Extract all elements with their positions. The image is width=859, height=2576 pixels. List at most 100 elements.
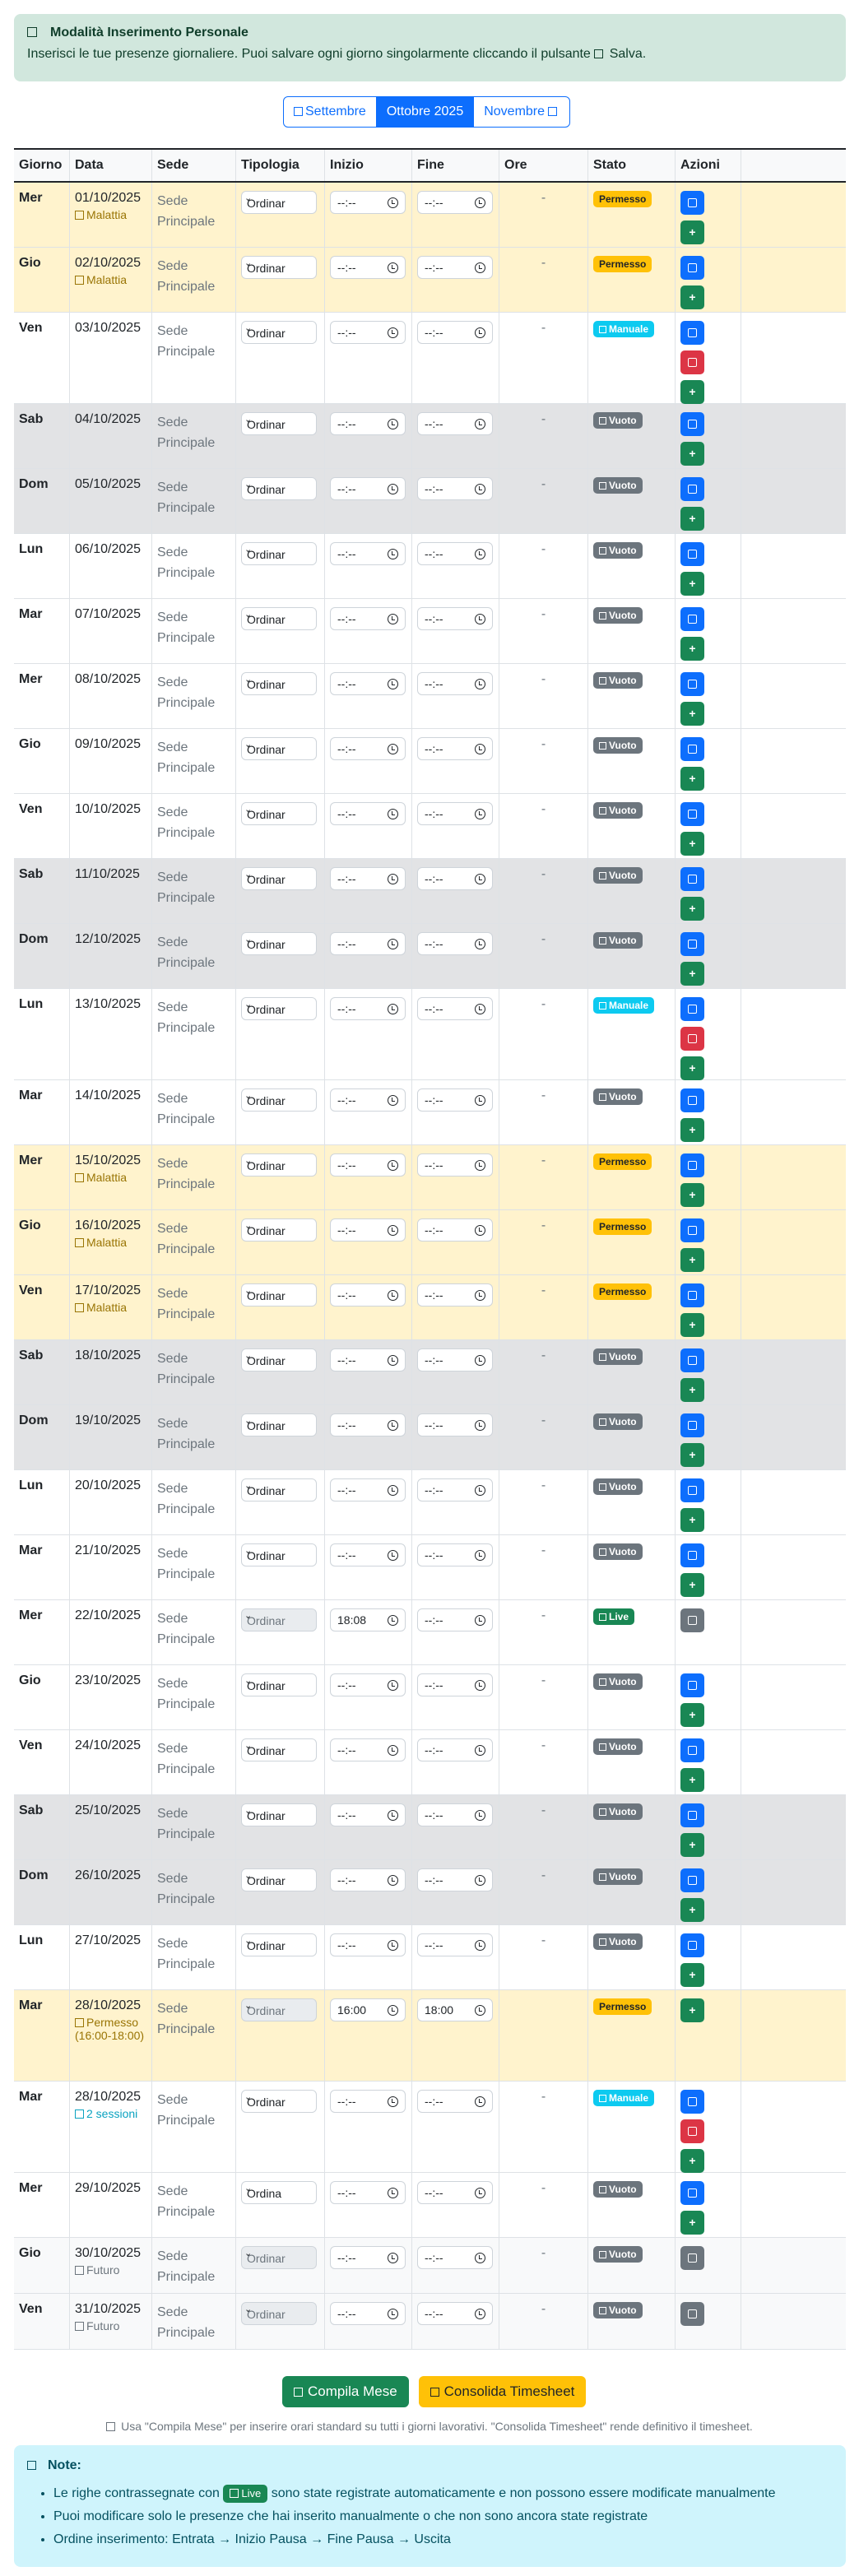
next-month-button[interactable]: Novembre	[474, 97, 569, 127]
tipologia-select[interactable]: ⌄ Ordinar	[241, 867, 317, 890]
add-session-button[interactable]: +	[680, 702, 704, 726]
prev-month-button[interactable]: Settembre	[284, 97, 376, 127]
save-button[interactable]	[680, 867, 704, 891]
add-session-button[interactable]: +	[680, 832, 704, 856]
add-session-button[interactable]: +	[680, 1573, 704, 1597]
fine-time-input[interactable]: --:--	[417, 1673, 493, 1696]
add-session-button[interactable]: +	[680, 1183, 704, 1207]
save-button[interactable]	[680, 1348, 704, 1372]
tipologia-select[interactable]: ⌄ Ordinar	[241, 477, 317, 500]
fine-time-input[interactable]: 18:00	[417, 1998, 493, 2021]
add-session-button[interactable]: +	[680, 507, 704, 531]
inizio-time-input[interactable]: --:--	[330, 932, 406, 955]
tipologia-select[interactable]: ⌄ Ordinar	[241, 737, 317, 760]
delete-button[interactable]	[680, 350, 704, 374]
inizio-time-input[interactable]: --:--	[330, 321, 406, 344]
add-session-button[interactable]: +	[680, 1898, 704, 1922]
save-button[interactable]	[680, 542, 704, 566]
save-button[interactable]	[680, 1088, 704, 1112]
inizio-time-input[interactable]: --:--	[330, 672, 406, 695]
inizio-time-input[interactable]: --:--	[330, 1348, 406, 1372]
tipologia-select[interactable]: ⌄ Ordinar	[241, 1738, 317, 1761]
fine-time-input[interactable]: --:--	[417, 672, 493, 695]
save-button[interactable]	[680, 1673, 704, 1697]
view-button[interactable]	[680, 2302, 704, 2326]
fine-time-input[interactable]: --:--	[417, 1608, 493, 1631]
add-session-button[interactable]: +	[680, 2211, 704, 2235]
add-session-button[interactable]: +	[680, 767, 704, 791]
add-session-button[interactable]: +	[680, 572, 704, 596]
inizio-time-input[interactable]: --:--	[330, 2246, 406, 2269]
fine-time-input[interactable]: --:--	[417, 477, 493, 500]
fine-time-input[interactable]: --:--	[417, 2302, 493, 2325]
save-button[interactable]	[680, 672, 704, 696]
add-session-button[interactable]: +	[680, 962, 704, 986]
fine-time-input[interactable]: --:--	[417, 1088, 493, 1112]
fine-time-input[interactable]: --:--	[417, 2090, 493, 2113]
tipologia-select[interactable]: ⌄ Ordinar	[241, 1413, 317, 1437]
tipologia-select[interactable]: ⌄ Ordinar	[241, 1153, 317, 1177]
tipologia-select[interactable]: ⌄ Ordinar	[241, 1478, 317, 1502]
tipologia-select[interactable]: ⌄ Ordinar	[241, 1348, 317, 1372]
inizio-time-input[interactable]: --:--	[330, 802, 406, 825]
tipologia-select[interactable]: ⌄ Ordinar	[241, 1088, 317, 1112]
add-session-button[interactable]: +	[680, 1313, 704, 1337]
inizio-time-input[interactable]: --:--	[330, 1153, 406, 1177]
inizio-time-input[interactable]: --:--	[330, 1738, 406, 1761]
inizio-time-input[interactable]: --:--	[330, 256, 406, 279]
save-button[interactable]	[680, 802, 704, 826]
inizio-time-input[interactable]: --:--	[330, 542, 406, 565]
fine-time-input[interactable]: --:--	[417, 412, 493, 435]
inizio-time-input[interactable]: --:--	[330, 1413, 406, 1437]
compila-mese-button[interactable]: Compila Mese	[282, 2376, 409, 2407]
tipologia-select[interactable]: ⌄ Ordinar	[241, 542, 317, 565]
fine-time-input[interactable]: --:--	[417, 1868, 493, 1891]
fine-time-input[interactable]: --:--	[417, 1803, 493, 1826]
tipologia-select[interactable]: ⌄ Ordinar	[241, 2090, 317, 2113]
fine-time-input[interactable]: --:--	[417, 737, 493, 760]
add-session-button[interactable]: +	[680, 897, 704, 921]
fine-time-input[interactable]: --:--	[417, 1348, 493, 1372]
tipologia-select[interactable]: ⌄ Ordinar	[241, 191, 317, 214]
tipologia-select[interactable]: ⌄ Ordinar	[241, 412, 317, 435]
tipologia-select[interactable]: ⌄ Ordinar	[241, 1543, 317, 1566]
tipologia-select[interactable]: ⌄ Ordinar	[241, 672, 317, 695]
inizio-time-input[interactable]: --:--	[330, 867, 406, 890]
save-button[interactable]	[680, 932, 704, 956]
tipologia-select[interactable]: ⌄ Ordinar	[241, 997, 317, 1020]
save-button[interactable]	[680, 321, 704, 345]
add-session-button[interactable]: +	[680, 1508, 704, 1532]
view-button[interactable]	[680, 2246, 704, 2270]
inizio-time-input[interactable]: --:--	[330, 2302, 406, 2325]
fine-time-input[interactable]: --:--	[417, 1218, 493, 1242]
save-button[interactable]	[680, 1738, 704, 1762]
fine-time-input[interactable]: --:--	[417, 1933, 493, 1956]
fine-time-input[interactable]: --:--	[417, 321, 493, 344]
fine-time-input[interactable]: --:--	[417, 607, 493, 630]
fine-time-input[interactable]: --:--	[417, 1738, 493, 1761]
save-button[interactable]	[680, 1868, 704, 1892]
delete-button[interactable]	[680, 1027, 704, 1051]
add-session-button[interactable]: +	[680, 637, 704, 661]
inizio-time-input[interactable]: --:--	[330, 607, 406, 630]
tipologia-select[interactable]: ⌄ Ordinar	[241, 1673, 317, 1696]
save-button[interactable]	[680, 477, 704, 501]
fine-time-input[interactable]: --:--	[417, 1413, 493, 1437]
save-button[interactable]	[680, 256, 704, 280]
add-session-button[interactable]: +	[680, 285, 704, 309]
save-button[interactable]	[680, 607, 704, 631]
save-button[interactable]	[680, 1543, 704, 1567]
view-button[interactable]	[680, 1608, 704, 1632]
add-session-button[interactable]: +	[680, 2149, 704, 2173]
tipologia-select[interactable]: ⌄ Ordinar	[241, 321, 317, 344]
tipologia-select[interactable]: ⌄ Ordinar	[241, 802, 317, 825]
tipologia-select[interactable]: ⌄ Ordinar	[241, 1283, 317, 1307]
save-button[interactable]	[680, 1283, 704, 1307]
fine-time-input[interactable]: --:--	[417, 2246, 493, 2269]
add-session-button[interactable]: +	[680, 1963, 704, 1987]
inizio-time-input[interactable]: --:--	[330, 477, 406, 500]
add-session-button[interactable]: +	[680, 1248, 704, 1272]
save-button[interactable]	[680, 1478, 704, 1502]
delete-button[interactable]	[680, 2119, 704, 2143]
fine-time-input[interactable]: --:--	[417, 542, 493, 565]
